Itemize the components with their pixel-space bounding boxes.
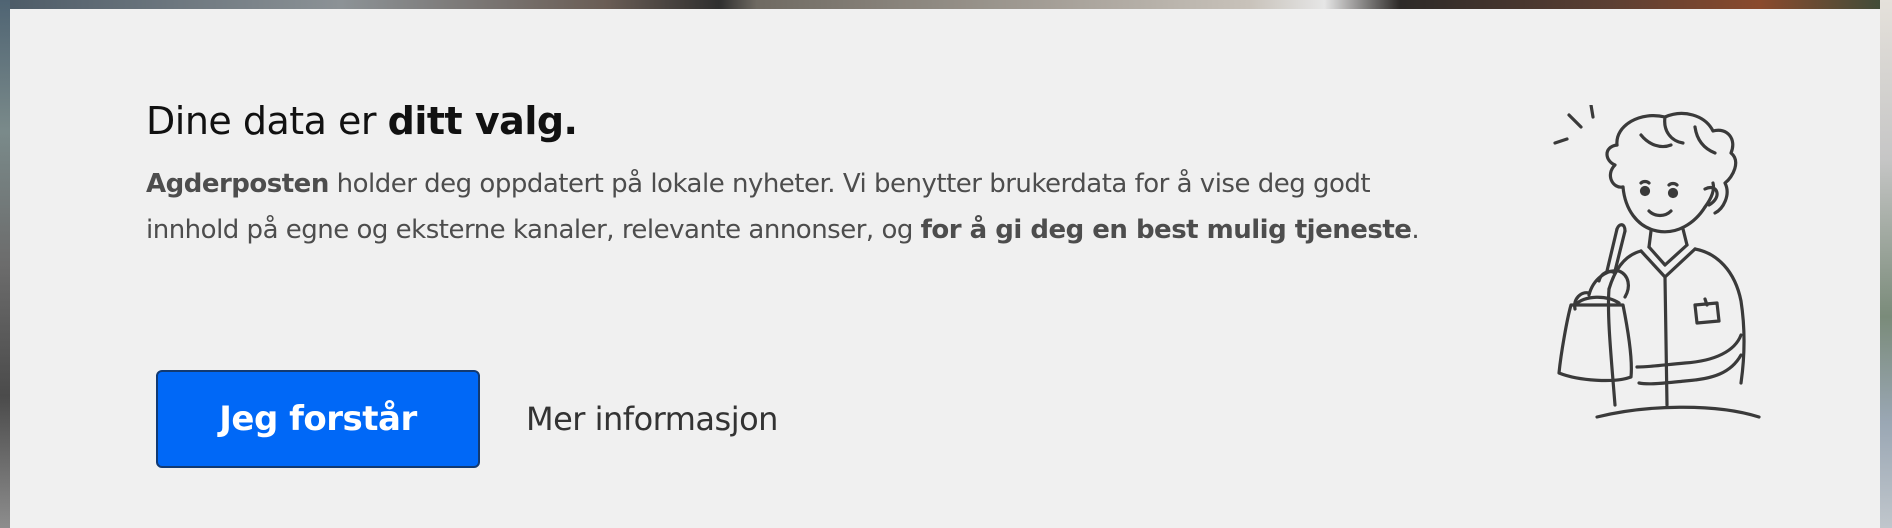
background-page: Dine data er ditt valg. Agderposten hold…	[0, 0, 1892, 528]
heading-bold-text: ditt valg.	[387, 99, 578, 143]
brand-name: Agderposten	[146, 169, 329, 199]
person-writing-notes-icon	[1553, 105, 1761, 419]
consent-content: Dine data er ditt valg. Agderposten hold…	[146, 95, 1446, 253]
accept-button[interactable]: Jeg forstår	[156, 370, 480, 468]
consent-heading: Dine data er ditt valg.	[146, 95, 1446, 147]
description-end: .	[1411, 215, 1420, 245]
background-left-edge	[0, 0, 10, 528]
consent-dialog: Dine data er ditt valg. Agderposten hold…	[10, 9, 1880, 528]
more-info-link[interactable]: Mer informasjon	[526, 400, 778, 438]
consent-description: Agderposten holder deg oppdatert på loka…	[146, 161, 1446, 253]
description-emphasis: for å gi deg en best mulig tjeneste	[920, 215, 1412, 245]
background-right-edge	[1880, 0, 1892, 528]
consent-actions: Jeg forstår Mer informasjon	[156, 370, 778, 468]
heading-regular-text: Dine data er	[146, 99, 388, 143]
